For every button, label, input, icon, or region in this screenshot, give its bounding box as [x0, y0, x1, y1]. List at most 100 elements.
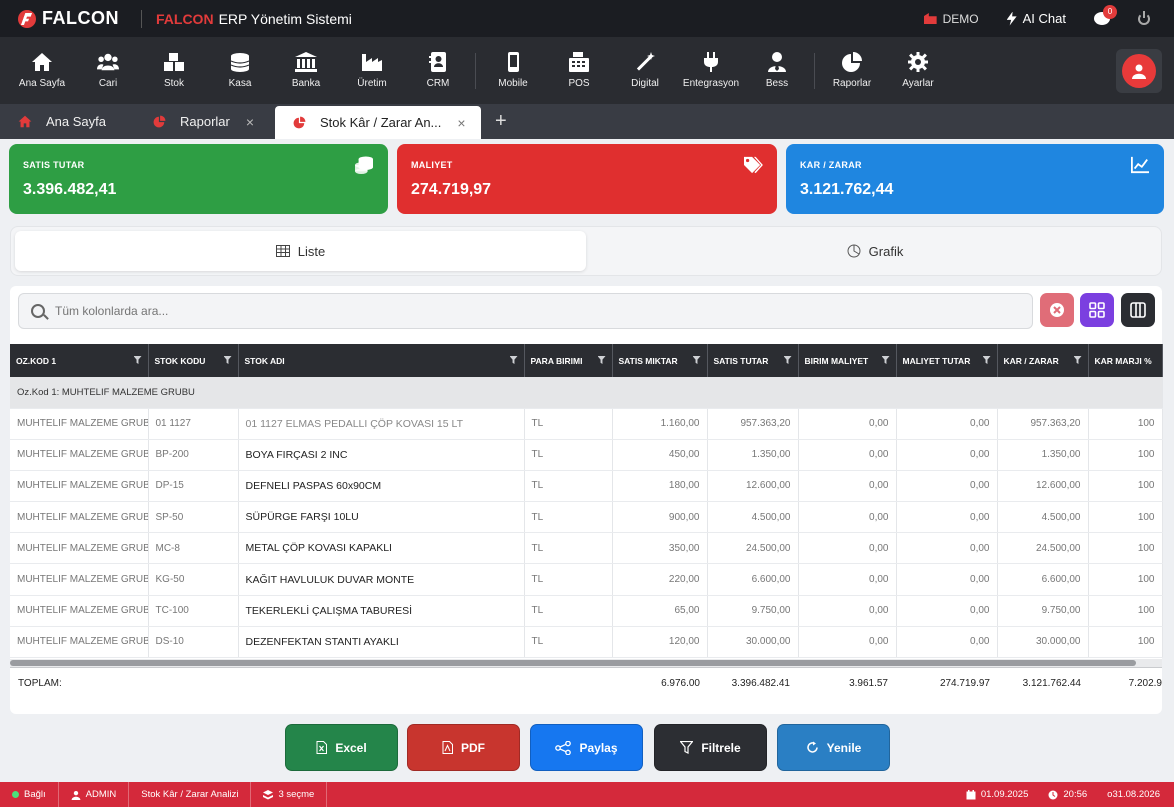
table-cell[interactable]: DEFNELI PASPAS 60x90CM — [238, 470, 525, 503]
table-row[interactable]: MUHTELIF MALZEME GRUBU DP-15 DEFNELI PASPA… — [10, 470, 1163, 503]
close-icon[interactable]: × — [457, 115, 465, 131]
module-banka[interactable]: Banka — [273, 52, 339, 89]
table-cell[interactable]: 450,00 — [612, 439, 708, 471]
table-cell[interactable]: 4.500,00 — [707, 501, 799, 534]
table-cell[interactable]: 120,00 — [612, 626, 708, 659]
table-cell[interactable]: 9.750,00 — [707, 595, 799, 627]
table-cell[interactable]: 0,00 — [896, 595, 998, 627]
pdf-button[interactable]: PDF — [407, 724, 520, 771]
table-cell[interactable]: DEZENFEKTAN STANTI AYAKLI — [238, 626, 525, 659]
filter-icon[interactable] — [509, 356, 518, 364]
table-row[interactable]: MUHTELIF MALZEME GRUBU TC-100 TEKERLEKLİ Ç… — [10, 595, 1163, 627]
column-header[interactable]: OZ.KOD 1 — [10, 344, 149, 377]
module-pos[interactable]: POS — [546, 52, 612, 89]
table-cell[interactable]: 12.600,00 — [997, 470, 1089, 503]
table-cell[interactable]: 350,00 — [612, 532, 708, 565]
falcon-logo[interactable]: FALCON — [18, 8, 119, 29]
module-bess[interactable]: Bess — [744, 52, 810, 89]
table-cell[interactable]: 900,00 — [612, 501, 708, 534]
table-row[interactable]: MUHTELIF MALZEME GRUBU KG-50 KAĞIT HAVLULU… — [10, 563, 1163, 596]
table-cell[interactable]: 0,00 — [896, 501, 998, 534]
table-cell[interactable]: TL — [524, 470, 613, 503]
table-cell[interactable]: 100 — [1088, 532, 1163, 565]
table-row[interactable]: MUHTELIF MALZEME GRUBU 01 1127 01 1127 ELM… — [10, 408, 1163, 440]
table-cell[interactable]: 1.160,00 — [612, 408, 708, 440]
column-header[interactable]: SATIS TUTAR — [707, 344, 799, 377]
table-cell[interactable]: MUHTELIF MALZEME GRUBU — [10, 626, 149, 659]
table-cell[interactable]: TL — [524, 501, 613, 534]
table-cell[interactable]: 01 1127 — [148, 408, 239, 440]
table-cell[interactable]: 0,00 — [798, 439, 897, 471]
table-cell[interactable]: 24.500,00 — [997, 532, 1089, 565]
table-cell[interactable]: 957.363,20 — [997, 408, 1089, 440]
demo-company[interactable]: DEMO — [923, 12, 979, 26]
module-digital[interactable]: Digital — [612, 52, 678, 89]
column-header[interactable]: KAR MARJI % — [1088, 344, 1163, 377]
module-mobile[interactable]: Mobile — [480, 52, 546, 89]
table-cell[interactable]: 100 — [1088, 563, 1163, 596]
user-menu-button[interactable] — [1116, 48, 1162, 93]
table-cell[interactable]: 6.600,00 — [707, 563, 799, 596]
table-cell[interactable]: 1.350,00 — [997, 439, 1089, 471]
module-cari[interactable]: Cari — [75, 52, 141, 89]
table-cell[interactable]: 0,00 — [896, 408, 998, 440]
column-header[interactable]: SATIS MIKTAR — [612, 344, 708, 377]
excel-button[interactable]: Excel — [285, 724, 398, 771]
table-cell[interactable]: 180,00 — [612, 470, 708, 503]
power-icon[interactable] — [1138, 10, 1150, 25]
table-cell[interactable]: 0,00 — [798, 408, 897, 440]
table-cell[interactable]: 12.600,00 — [707, 470, 799, 503]
filter-icon[interactable] — [1073, 356, 1082, 364]
table-cell[interactable]: TL — [524, 563, 613, 596]
search-input[interactable] — [55, 304, 955, 318]
table-cell[interactable]: MUHTELIF MALZEME GRUBU — [10, 595, 149, 627]
table-cell[interactable]: 0,00 — [896, 470, 998, 503]
table-cell[interactable]: TL — [524, 408, 613, 440]
table-cell[interactable]: 0,00 — [896, 439, 998, 471]
table-cell[interactable]: MUHTELIF MALZEME GRUBU — [10, 501, 149, 534]
module-uretim[interactable]: Üretim — [339, 52, 405, 89]
table-cell[interactable]: DP-15 — [148, 470, 239, 503]
filter-icon[interactable] — [223, 356, 232, 364]
table-cell[interactable]: 100 — [1088, 626, 1163, 659]
table-cell[interactable]: DS-10 — [148, 626, 239, 659]
table-cell[interactable]: BP-200 — [148, 439, 239, 471]
table-cell[interactable]: TL — [524, 439, 613, 471]
table-cell[interactable]: KAĞIT HAVLULUK DUVAR MONTE — [238, 563, 525, 596]
table-row[interactable]: MUHTELIF MALZEME GRUBU MC-8 METAL ÇÖP KOVA… — [10, 532, 1163, 565]
filter-icon[interactable] — [881, 356, 890, 364]
table-cell[interactable]: TL — [524, 626, 613, 659]
table-cell[interactable]: 24.500,00 — [707, 532, 799, 565]
table-cell[interactable]: 100 — [1088, 595, 1163, 627]
column-header[interactable]: BIRIM MALIYET — [798, 344, 897, 377]
add-tab-button[interactable]: + — [495, 104, 507, 139]
table-cell[interactable]: 100 — [1088, 408, 1163, 440]
table-cell[interactable]: 0,00 — [896, 532, 998, 565]
column-header[interactable]: PARA BIRIMI — [524, 344, 613, 377]
column-header[interactable]: STOK KODU — [148, 344, 239, 377]
table-cell[interactable]: 0,00 — [798, 595, 897, 627]
table-cell[interactable]: 6.600,00 — [997, 563, 1089, 596]
module-stok[interactable]: Stok — [141, 52, 207, 89]
filter-icon[interactable] — [783, 356, 792, 364]
share-button[interactable]: Paylaş — [530, 724, 643, 771]
table-cell[interactable]: 100 — [1088, 470, 1163, 503]
table-cell[interactable]: 1.350,00 — [707, 439, 799, 471]
table-cell[interactable]: 9.750,00 — [997, 595, 1089, 627]
module-entegrasyon[interactable]: Entegrasyon — [678, 52, 744, 89]
table-cell[interactable]: MUHTELIF MALZEME GRUBU — [10, 532, 149, 565]
table-cell[interactable]: TEKERLEKLİ ÇALIŞMA TABURESİ — [238, 595, 525, 627]
column-header[interactable]: MALIYET TUTAR — [896, 344, 998, 377]
table-cell[interactable]: 01 1127 ELMAS PEDALLI ÇÖP KOVASI 15 LT — [238, 408, 525, 440]
ai-chat-button[interactable]: AI Chat — [1006, 11, 1066, 26]
messages-icon[interactable]: 0 — [1094, 5, 1117, 25]
filter-icon[interactable] — [133, 356, 142, 364]
module-crm[interactable]: CRM — [405, 52, 471, 89]
filter-button[interactable]: Filtrele — [654, 724, 767, 771]
table-cell[interactable]: 100 — [1088, 501, 1163, 534]
column-header[interactable]: STOK ADI — [238, 344, 525, 377]
filter-icon[interactable] — [597, 356, 606, 364]
tab-stok-kar-zarar[interactable]: Stok Kâr / Zarar An... × — [275, 106, 481, 139]
table-cell[interactable]: MC-8 — [148, 532, 239, 565]
column-chooser-button[interactable] — [1121, 293, 1155, 327]
